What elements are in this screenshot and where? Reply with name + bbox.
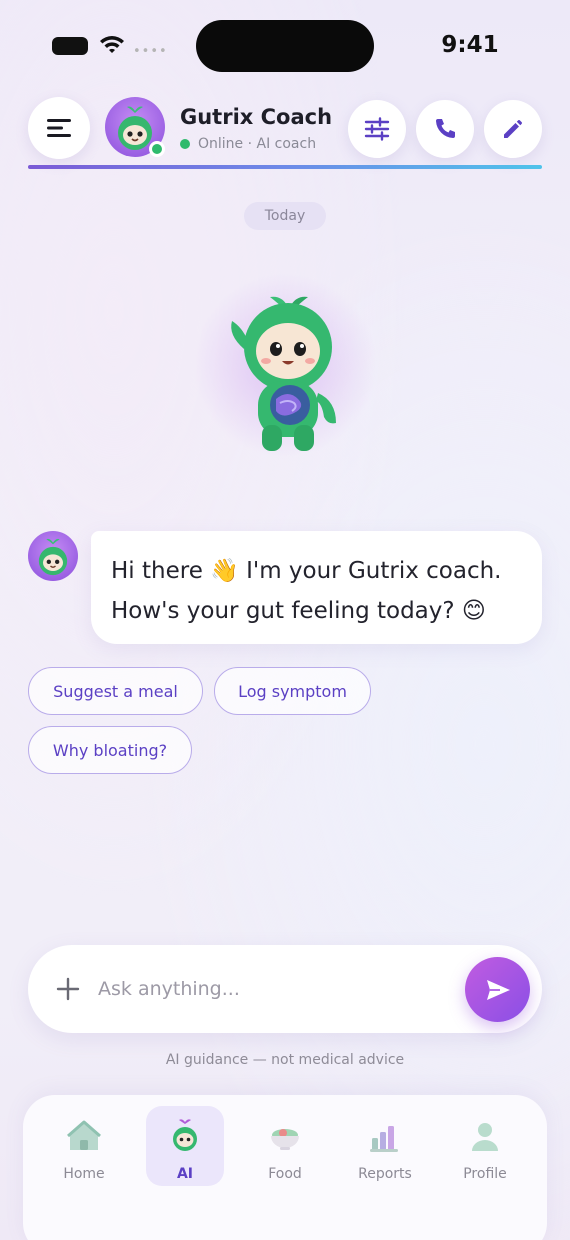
status-time: 9:41 xyxy=(441,32,499,58)
coach-status-text: Online · AI coach xyxy=(198,136,317,152)
online-indicator xyxy=(149,141,165,157)
bot-message-line: How's your gut feeling today? 😊 xyxy=(111,598,486,624)
send-icon xyxy=(486,979,510,1000)
plus-icon[interactable] xyxy=(54,975,82,1003)
coach-name: Gutrix Coach xyxy=(180,105,333,129)
bot-avatar xyxy=(28,531,78,581)
ai-coach-icon xyxy=(173,1119,197,1151)
date-separator: Today xyxy=(244,202,326,230)
nav-label-ai: AI xyxy=(176,1166,194,1182)
dynamic-island xyxy=(196,20,374,72)
nav-item-ai[interactable]: AI xyxy=(146,1106,224,1186)
wifi-icon xyxy=(100,36,124,53)
message-input[interactable] xyxy=(98,967,448,1011)
coach-status: Online · AI coach xyxy=(180,136,316,152)
header-divider xyxy=(28,165,542,169)
quick-reply-suggest-meal[interactable]: Suggest a meal xyxy=(28,667,203,715)
nav-item-home[interactable]: Home xyxy=(45,1106,123,1186)
nav-item-food[interactable]: Food xyxy=(246,1106,324,1186)
menu-button[interactable] xyxy=(28,97,90,159)
bot-message-bubble: Hi there 👋 I'm your Gutrix coach. How's … xyxy=(91,531,542,644)
signal-dots-icon: •••• xyxy=(133,44,168,59)
nav-label-reports: Reports xyxy=(358,1166,412,1182)
nav-label-food: Food xyxy=(268,1166,302,1182)
send-button[interactable] xyxy=(465,957,530,1022)
nav-label-home: Home xyxy=(63,1166,105,1182)
pencil-icon xyxy=(504,120,522,138)
edit-button[interactable] xyxy=(484,100,542,158)
phone-icon xyxy=(436,119,455,138)
settings-button[interactable] xyxy=(348,100,406,158)
sliders-icon xyxy=(364,117,390,141)
call-button[interactable] xyxy=(416,100,474,158)
mascot-avatar-icon xyxy=(38,538,68,576)
bar-chart-icon xyxy=(370,1126,398,1152)
bot-message-line: Hi there 👋 I'm your Gutrix coach. xyxy=(111,558,502,584)
mascot-illustration xyxy=(231,296,336,451)
nav-item-profile[interactable]: Profile xyxy=(446,1106,524,1186)
food-bowl-icon xyxy=(271,1129,299,1150)
disclaimer-text: AI guidance — not medical advice xyxy=(165,1052,405,1068)
status-dot-icon xyxy=(180,139,190,149)
nav-label-profile: Profile xyxy=(463,1166,507,1182)
menu-icon xyxy=(47,119,71,137)
nav-item-reports[interactable]: Reports xyxy=(346,1106,424,1186)
quick-reply-log-symptom[interactable]: Log symptom xyxy=(214,667,371,715)
profile-icon xyxy=(472,1123,498,1151)
battery-icon xyxy=(52,37,88,55)
home-icon xyxy=(67,1120,101,1150)
quick-reply-why-bloating[interactable]: Why bloating? xyxy=(28,726,192,774)
